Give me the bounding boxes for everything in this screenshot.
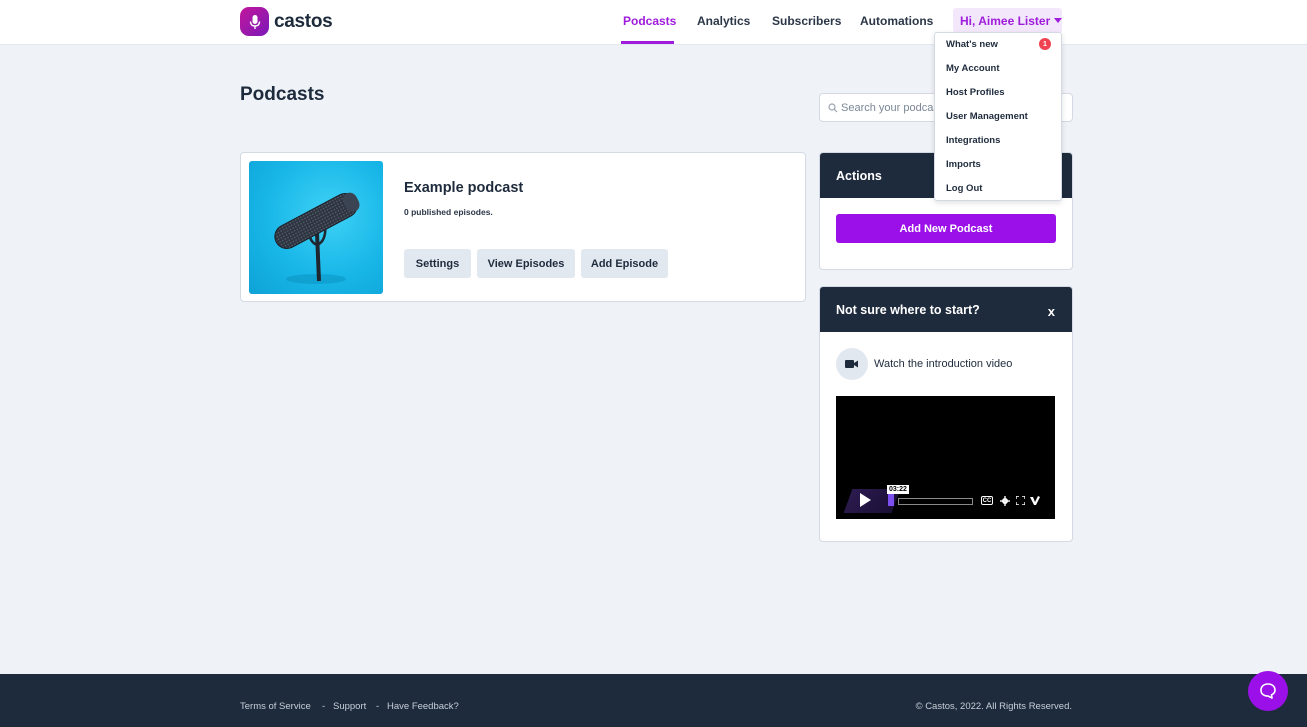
nav-podcasts[interactable]: Podcasts [623, 14, 676, 28]
microphone-icon [240, 7, 269, 36]
support-link[interactable]: Support [333, 701, 366, 712]
getting-started-panel: Not sure where to start? x Watch the int… [819, 286, 1073, 542]
settings-button[interactable]: Settings [404, 249, 471, 278]
page-title: Podcasts [240, 84, 325, 105]
intro-video-player[interactable]: 03:22 CC [836, 396, 1055, 519]
watch-video-link[interactable]: Watch the introduction video [874, 358, 1012, 370]
user-dropdown-menu: What's new 1 My Account Host Profiles Us… [934, 32, 1062, 201]
add-episode-button[interactable]: Add Episode [581, 249, 668, 278]
fullscreen-icon[interactable] [1016, 496, 1025, 505]
episode-count: 0 published episodes. [404, 207, 493, 217]
menu-item-my-account[interactable]: My Account [946, 63, 999, 74]
close-icon[interactable]: x [1048, 304, 1055, 319]
settings-gear-icon[interactable] [1000, 496, 1010, 506]
vimeo-icon[interactable] [1030, 496, 1040, 505]
captions-icon[interactable]: CC [981, 496, 993, 505]
video-camera-icon [836, 348, 868, 380]
terms-link[interactable]: Terms of Service [240, 701, 311, 712]
getting-started-title: Not sure where to start? [836, 303, 980, 317]
video-progress-bar[interactable] [898, 498, 973, 505]
top-header: castos Podcasts Analytics Subscribers Au… [0, 0, 1307, 45]
user-greeting: Hi, Aimee Lister [960, 13, 1051, 28]
menu-item-user-management[interactable]: User Management [946, 111, 1028, 122]
footer-separator: - [376, 701, 380, 712]
play-icon[interactable] [860, 493, 871, 507]
nav-automations[interactable]: Automations [860, 14, 933, 28]
search-icon [828, 103, 838, 113]
nav-subscribers[interactable]: Subscribers [772, 14, 841, 28]
add-new-podcast-button[interactable]: Add New Podcast [836, 214, 1056, 243]
menu-item-host-profiles[interactable]: Host Profiles [946, 87, 1005, 98]
user-menu-button[interactable]: Hi, Aimee Lister [953, 8, 1063, 33]
actions-title: Actions [836, 169, 882, 183]
menu-item-log-out[interactable]: Log Out [946, 183, 982, 194]
menu-item-whats-new[interactable]: What's new [946, 39, 998, 50]
castos-logo[interactable]: castos [240, 7, 333, 36]
caret-down-icon [1054, 18, 1063, 23]
podcast-cover-image[interactable] [249, 161, 383, 294]
podcast-title[interactable]: Example podcast [404, 180, 523, 196]
menu-item-integrations[interactable]: Integrations [946, 135, 1000, 146]
brand-name: castos [274, 10, 333, 32]
video-progress-fill [888, 494, 894, 506]
active-nav-indicator [621, 41, 674, 44]
menu-item-imports[interactable]: Imports [946, 159, 981, 170]
chat-button[interactable] [1248, 671, 1288, 711]
copyright-text: © Castos, 2022. All Rights Reserved. [915, 701, 1072, 712]
chat-bubble-icon [1260, 683, 1276, 699]
notification-badge: 1 [1039, 38, 1051, 50]
nav-analytics[interactable]: Analytics [697, 14, 750, 28]
getting-started-header: Not sure where to start? x [820, 287, 1072, 332]
view-episodes-button[interactable]: View Episodes [477, 249, 575, 278]
feedback-link[interactable]: Have Feedback? [387, 701, 459, 712]
video-time: 03:22 [887, 485, 909, 494]
footer-separator: - [322, 701, 326, 712]
page-footer: Terms of Service - Support - Have Feedba… [0, 674, 1307, 727]
podcast-card: Example podcast 0 published episodes. Se… [240, 152, 806, 302]
